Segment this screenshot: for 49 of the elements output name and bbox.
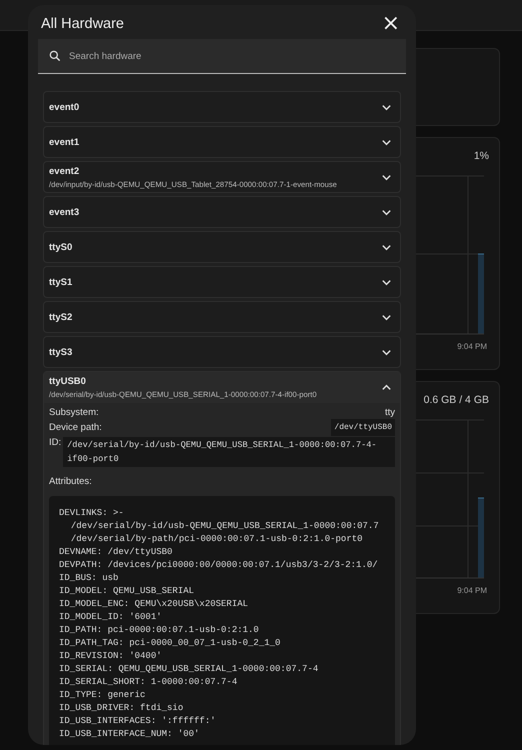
device-name: event3 xyxy=(49,206,80,218)
code-line: ID_BUS: usb xyxy=(59,572,120,585)
code-line: ID_MODEL_ENC: QEMU\x20USB\x20SERIAL xyxy=(59,598,250,611)
code-line: DEVPATH: /devices/pci0000:00/0000:00:07.1/usb3/3-2/3-2:1.0/ xyxy=(59,559,379,572)
time-label: 9:04 PM xyxy=(457,586,487,595)
device-name: ttyS3 xyxy=(49,346,72,358)
field-value: /dev/ttyUSB0 xyxy=(331,419,395,436)
code-line: /dev/serial/by-id/usb-QEMU_QEMU_USB_SERIAL_1-0000:00:07.7 xyxy=(70,520,380,533)
device-name: ttyS2 xyxy=(49,312,72,322)
field-value: tty xyxy=(384,406,395,418)
field-value: /dev/serial/by-id/usb-QEMU_QEMU_USB_SERIAL_1-0000:00:07.7-4-if00-port0 xyxy=(63,437,395,467)
code-line: ID_USB_DRIVER: ftdi_sio xyxy=(59,702,184,715)
metric-value: 0.6 GB / 4 GB xyxy=(424,394,489,408)
device-name: ttyS0 xyxy=(49,242,72,252)
code-line: /dev/serial/by-path/pci-0000:00:07.1-usb-0:2:1.0-port0 xyxy=(70,533,364,546)
device-name: ttyUSB0 xyxy=(49,376,87,387)
field-label: ID: xyxy=(49,437,62,448)
device-name: event2 xyxy=(49,166,80,176)
field-label: Subsystem: xyxy=(49,406,99,418)
accordion-header[interactable]: ttyS0 xyxy=(44,232,400,262)
accordion-header[interactable]: ttyS3 xyxy=(44,337,400,367)
accordion-header[interactable]: event0 xyxy=(44,92,400,122)
code-line: ID_USB_INTERFACE_NUM: '00' xyxy=(59,728,200,741)
code-line: ID_TYPE: generic xyxy=(59,689,146,702)
device-name: event1 xyxy=(49,136,80,148)
accordion-header[interactable]: event1 xyxy=(44,127,400,157)
code-line: ID_PATH_TAG: pci-0000_00_07_1-usb-0_2_1_0 xyxy=(59,637,282,650)
accordion-header[interactable]: ttyS1 xyxy=(44,267,400,297)
code-line: ID_MODEL: QEMU_USB_SERIAL xyxy=(59,585,196,598)
code-line: ID_USB_INTERFACES: ':ffffff:' xyxy=(59,715,217,728)
metric-value: 1% xyxy=(474,150,489,164)
device-name: event0 xyxy=(49,102,80,112)
accordion-header[interactable]: event3 xyxy=(44,197,400,227)
code-line: DEVLINKS: >- xyxy=(59,507,125,520)
code-line: ID_REVISION: '0400' xyxy=(59,650,163,663)
code-line: ID_MODEL_ID: '6001' xyxy=(59,611,163,624)
search-field[interactable]: Search hardware xyxy=(38,39,406,74)
accordion-header[interactable]: ttyS2 xyxy=(44,302,400,332)
time-label: 9:04 PM xyxy=(457,342,487,351)
code-line: ID_PATH: pci-0000:00:07.1-usb-0:2:1.0 xyxy=(59,624,260,637)
device-name: ttyS1 xyxy=(49,276,72,288)
code-line: ID_SERIAL_SHORT: 1-0000:00:07.7-4 xyxy=(59,676,238,689)
section-label: Attributes: xyxy=(49,476,93,487)
dialog-title: All Hardware xyxy=(41,16,124,32)
code-line: ID_SERIAL: QEMU_QEMU_USB_SERIAL_1-0000:00:07.7-4 xyxy=(59,663,320,676)
close-button[interactable]: × xyxy=(378,13,404,35)
code-line: DEVNAME: /dev/ttyUSB0 xyxy=(59,546,174,559)
field-label: Device path: xyxy=(49,422,102,433)
search-icon xyxy=(48,49,62,63)
